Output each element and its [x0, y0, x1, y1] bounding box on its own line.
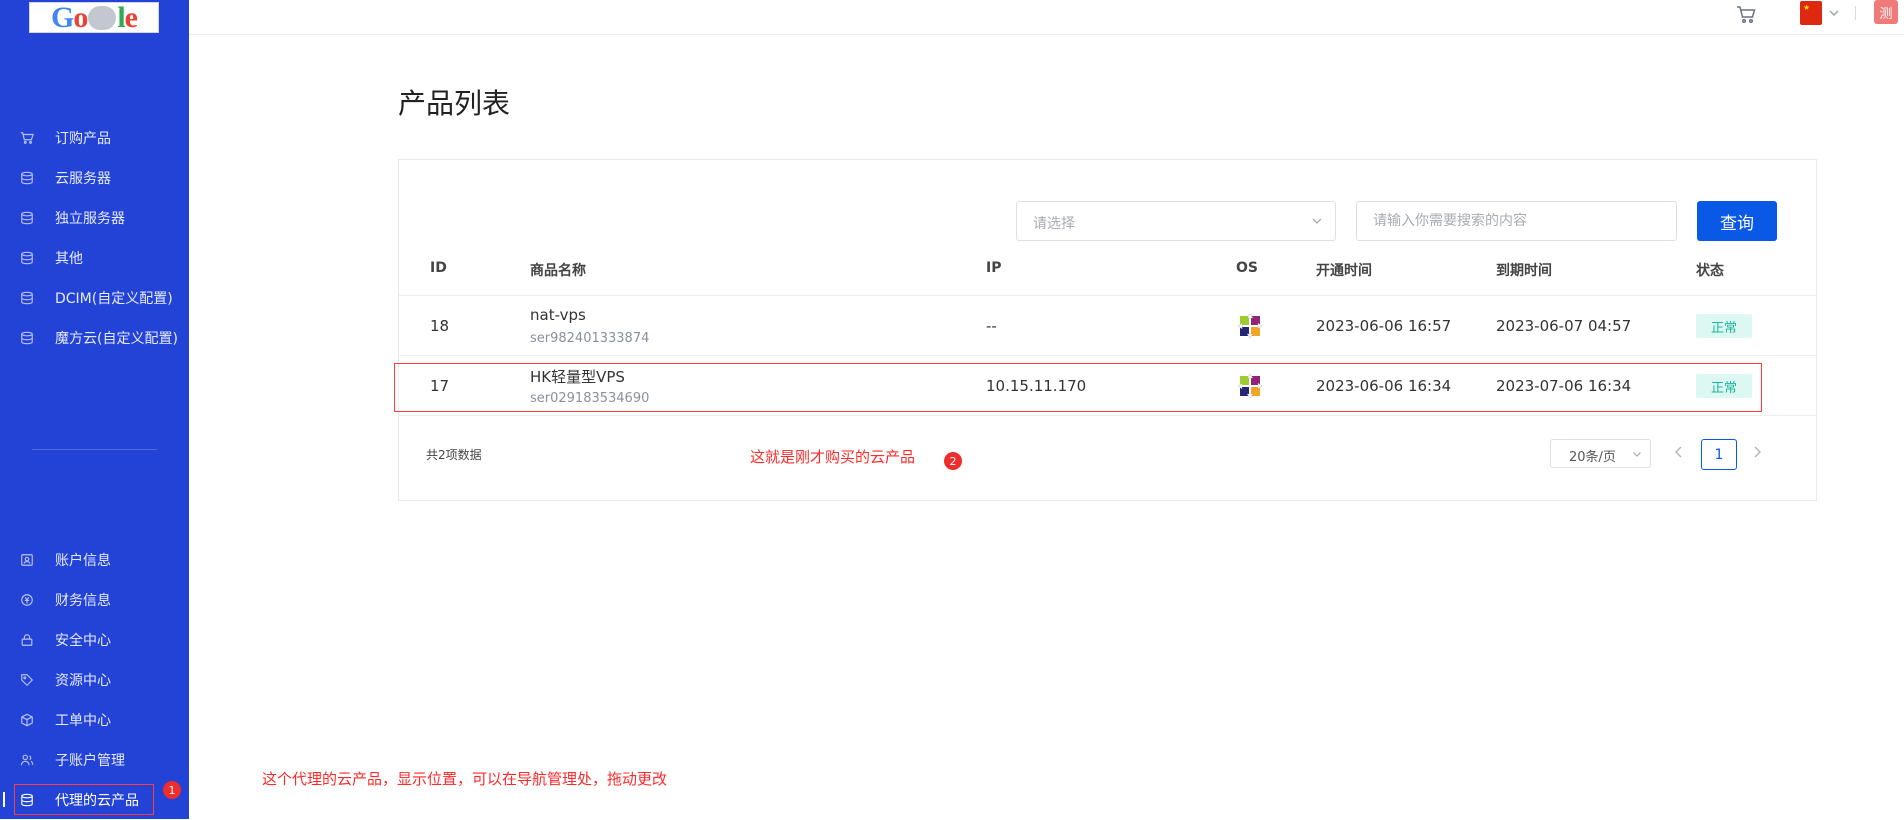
sidebar-item-order-product[interactable]: 订购产品 — [0, 118, 189, 158]
database-icon — [21, 291, 33, 305]
china-flag-icon[interactable] — [1800, 1, 1822, 25]
sidebar-item-finance-info[interactable]: 财务信息 — [0, 580, 189, 620]
page-size-select[interactable]: 20条/页 — [1550, 439, 1651, 468]
filter-select[interactable]: 请选择 — [1016, 201, 1336, 241]
cell-expire-time: 2023-06-07 04:57 — [1496, 317, 1632, 335]
active-indicator — [3, 792, 5, 807]
users-icon — [20, 754, 34, 766]
chevron-down-icon[interactable] — [1828, 7, 1840, 19]
cart-icon[interactable] — [1736, 4, 1756, 24]
sidebar-item-label: 云服务器 — [55, 171, 111, 187]
avatar[interactable]: 测 — [1874, 0, 1898, 24]
sidebar-item-label: 子账户管理 — [55, 753, 125, 769]
row-divider — [399, 355, 1816, 356]
sidebar-item-label: 独立服务器 — [55, 211, 125, 227]
sidebar-item-label: 魔方云(自定义配置) — [55, 331, 178, 347]
row-divider — [399, 415, 1816, 416]
sidebar-item-mofang-cloud[interactable]: 魔方云(自定义配置) — [0, 318, 189, 358]
sidebar-item-dedicated-server[interactable]: 独立服务器 — [0, 198, 189, 238]
cell-product-name[interactable]: nat-vps — [530, 306, 586, 324]
filter-select-placeholder: 请选择 — [1033, 216, 1075, 232]
sidebar-item-security-center[interactable]: 安全中心 — [0, 620, 189, 660]
chevron-down-icon — [1312, 218, 1322, 224]
blurred-logo-part — [88, 5, 117, 30]
cell-serial: ser982401333874 — [530, 331, 650, 346]
page-title: 产品列表 — [398, 87, 511, 120]
annotation-badge: 2 — [944, 452, 962, 470]
status-badge: 正常 — [1696, 314, 1752, 338]
search-input[interactable] — [1356, 201, 1677, 241]
header-divider — [399, 295, 1816, 296]
column-header-os: OS — [1236, 260, 1258, 276]
sidebar-item-label: 安全中心 — [55, 633, 111, 649]
cell-ip: -- — [986, 317, 997, 335]
centos-icon — [1237, 313, 1263, 339]
sidebar-item-label: 订购产品 — [55, 131, 111, 147]
sidebar-item-dcim[interactable]: DCIM(自定义配置) — [0, 278, 189, 318]
annotation-note: 这个代理的云产品，显示位置，可以在导航管理处，拖动更改 — [262, 770, 668, 788]
sidebar-item-other[interactable]: 其他 — [0, 238, 189, 278]
sidebar-divider — [32, 449, 157, 450]
column-header-ip: IP — [986, 260, 1002, 276]
sidebar-item-label: 资源中心 — [55, 673, 111, 689]
database-icon — [21, 171, 33, 185]
column-header-status: 状态 — [1696, 263, 1724, 279]
user-card-icon — [21, 554, 33, 566]
cell-open-time: 2023-06-06 16:57 — [1316, 317, 1452, 335]
tag-icon — [21, 674, 34, 687]
sidebar-item-ticket-center[interactable]: 工单中心 — [0, 700, 189, 740]
sidebar-item-resource-center[interactable]: 资源中心 — [0, 660, 189, 700]
chevron-right-icon[interactable] — [1751, 445, 1763, 459]
sidebar-item-sub-account[interactable]: 子账户管理 — [0, 740, 189, 780]
sidebar-item-label: 财务信息 — [55, 593, 111, 609]
query-button[interactable]: 查询 — [1697, 201, 1777, 241]
annotation-note: 这就是刚才购买的云产品 — [750, 448, 916, 466]
column-header-product-name: 商品名称 — [530, 263, 586, 279]
column-header-expire-time: 到期时间 — [1496, 263, 1552, 279]
database-icon — [21, 331, 33, 345]
database-icon — [21, 211, 33, 225]
total-count: 共2项数据 — [426, 448, 482, 462]
coin-icon — [21, 594, 33, 606]
column-header-open-time: 开通时间 — [1316, 263, 1372, 279]
cell-id: 18 — [430, 317, 450, 335]
sidebar-item-cloud-server[interactable]: 云服务器 — [0, 158, 189, 198]
sidebar: Gole 订购产品 云服务器 独立服务器 其他 DCIM(自定义配置) 魔方云(… — [0, 0, 189, 819]
topbar — [189, 0, 1904, 35]
database-icon — [21, 251, 33, 265]
cart-icon — [20, 132, 34, 144]
annotation-highlight-box — [394, 363, 1762, 412]
column-header-id: ID — [430, 260, 447, 276]
sidebar-item-label: 账户信息 — [55, 553, 111, 569]
annotation-badge: 1 — [163, 781, 181, 799]
page-size-value: 20条/页 — [1569, 450, 1616, 465]
lock-icon — [21, 634, 33, 646]
chevron-down-icon — [1633, 452, 1641, 457]
box-icon — [21, 713, 33, 727]
page-number-button[interactable]: 1 — [1701, 439, 1737, 470]
sidebar-item-label: 其他 — [55, 251, 83, 267]
annotation-highlight-box — [14, 784, 154, 815]
sidebar-item-label: DCIM(自定义配置) — [55, 291, 173, 307]
topbar-separator — [1855, 6, 1856, 20]
logo[interactable]: Gole — [29, 2, 159, 33]
sidebar-item-account-info[interactable]: 账户信息 — [0, 540, 189, 580]
chevron-left-icon[interactable] — [1673, 445, 1685, 459]
sidebar-item-label: 工单中心 — [55, 713, 111, 729]
